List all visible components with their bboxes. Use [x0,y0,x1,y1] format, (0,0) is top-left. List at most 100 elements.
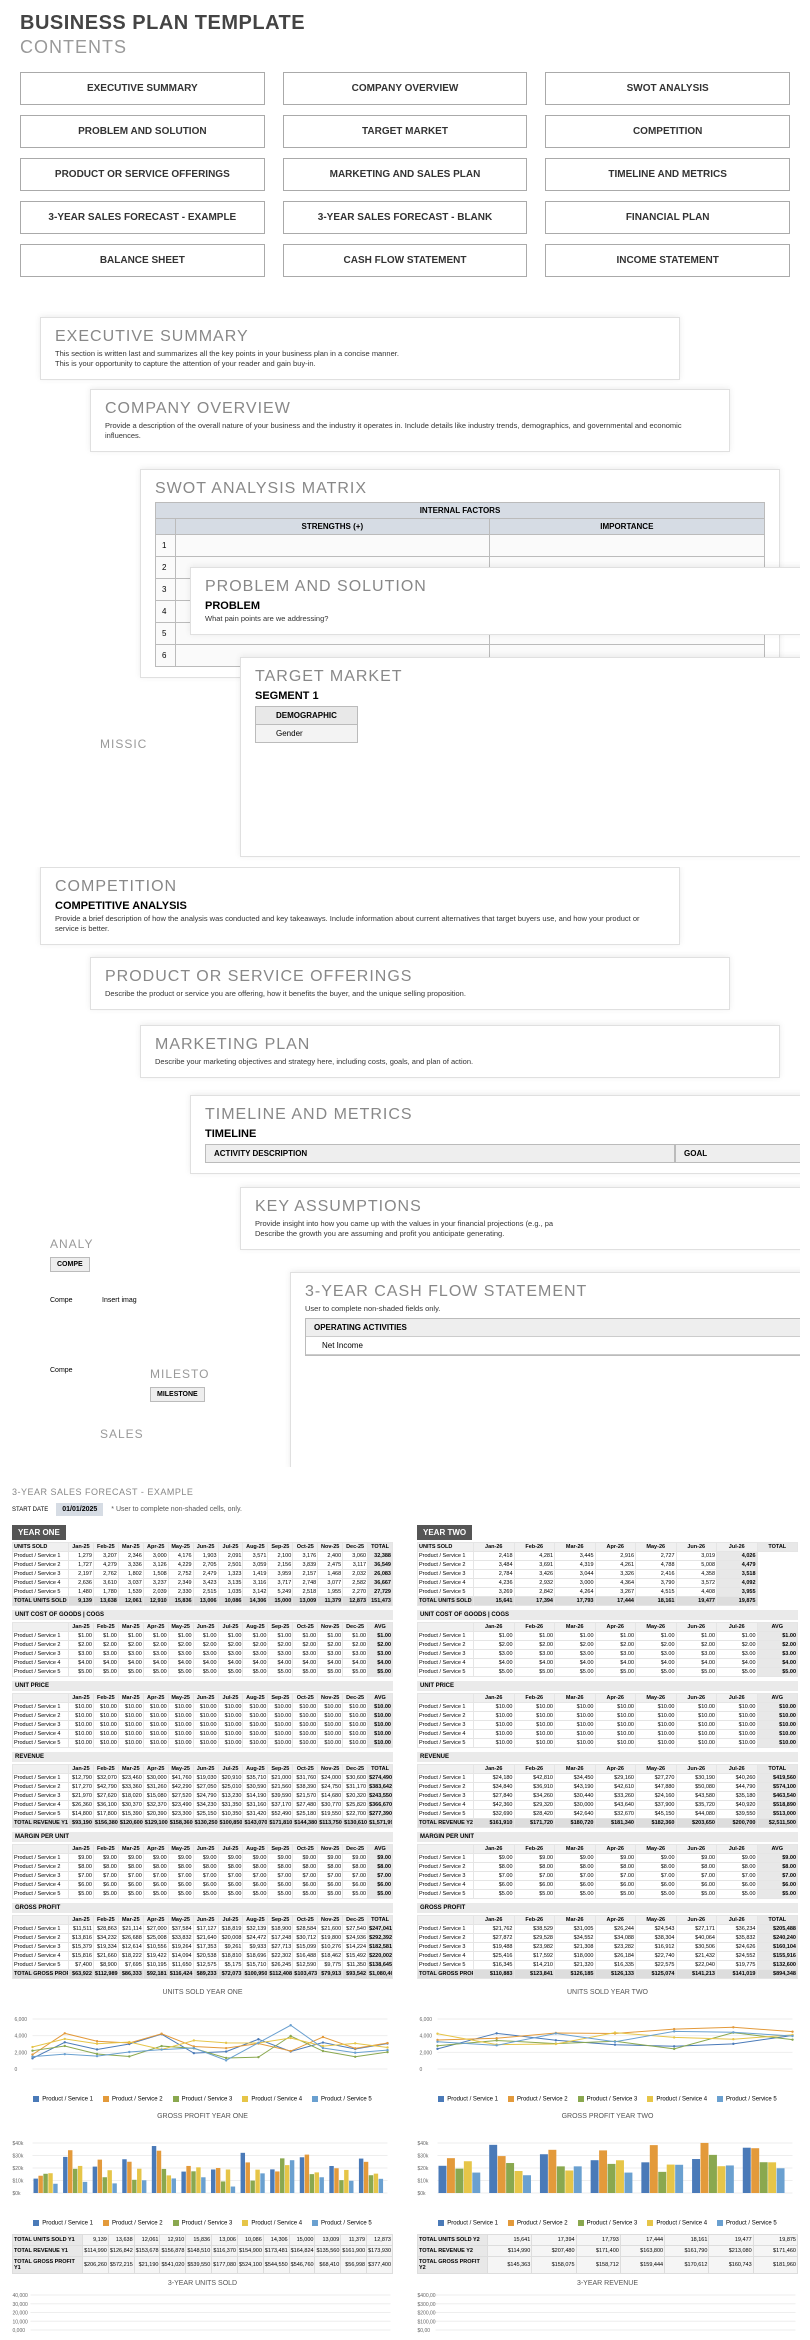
card-text: Describe your marketing objectives and s… [155,1057,765,1067]
toc-item[interactable]: 3-YEAR SALES FORECAST - EXAMPLE [20,201,265,234]
page-title: BUSINESS PLAN TEMPLATE [20,12,790,35]
card-problem: PROBLEM AND SOLUTION PROBLEM What pain p… [190,567,800,635]
toc-item[interactable]: TIMELINE AND METRICS [545,158,790,191]
card-product-offerings: PRODUCT OR SERVICE OFFERINGS Describe th… [90,957,730,1010]
toc-item[interactable]: 3-YEAR SALES FORECAST - BLANK [283,201,528,234]
card-title: KEY ASSUMPTIONS [255,1198,800,1216]
svg-text:0: 0 [15,2067,18,2073]
toc-item[interactable]: EXECUTIVE SUMMARY [20,72,265,105]
toc-item[interactable]: PROBLEM AND SOLUTION [20,115,265,148]
svg-text:10,000: 10,000 [13,2319,29,2325]
forecast-title: 3-YEAR SALES FORECAST - EXAMPLE [12,1487,798,1497]
chart-title: GROSS PROFIT YEAR TWO [417,2113,798,2120]
toc-item[interactable]: SWOT ANALYSIS [545,72,790,105]
card-target-market: TARGET MARKET SEGMENT 1 DEMOGRAPHIC Gend… [240,657,800,857]
forecast-section: 3-YEAR SALES FORECAST - EXAMPLE START DA… [0,1487,810,2340]
target-demo-header: DEMOGRAPHIC [256,707,358,725]
svg-text:0,000: 0,000 [13,2328,26,2334]
price-header: UNIT PRICE [417,1681,798,1691]
const-table: Jan-25Feb-25Mar-25Apr-25May-25Jun-25Jul-… [12,1844,393,1899]
toc-item[interactable]: FINANCIAL PLAN [545,201,790,234]
revenue-header: REVENUE [417,1752,798,1762]
gross-profit-y2-chart: GROSS PROFIT YEAR TWO $40k $30k $20k $10k $0… [417,2113,798,2227]
units-table: UNITS SOLDJan-26Feb-26Mar-26Apr-26May-26… [417,1542,798,1606]
toc-item[interactable]: INCOME STATEMENT [545,244,790,277]
three-year-revenue-chart: 3-YEAR REVENUE $400,00$300,00$200,00$100… [417,2280,798,2340]
svg-text:$0k: $0k [13,2191,22,2197]
card-title: COMPETITION [55,878,665,896]
svg-text:$0,00: $0,00 [418,2328,431,2334]
const-table: Jan-26Feb-26Mar-26Apr-26May-26Jun-26Jul-… [417,1844,798,1899]
compe-peek-2: Compe [50,1297,73,1304]
svg-text:$0k: $0k [418,2191,427,2197]
card-text: Describe the product or service you are … [105,989,715,999]
year-one-block: YEAR ONE UNITS SOLDJan-25Feb-25Mar-25Apr… [12,1522,393,1979]
card-title: TIMELINE AND METRICS [205,1106,800,1124]
card-company-overview: COMPANY OVERVIEW Provide a description o… [90,389,730,452]
target-gender: Gender [256,725,358,743]
card-text: Provide a description of the overall nat… [105,421,715,441]
svg-text:$40k: $40k [13,2141,24,2147]
const-table: Jan-26Feb-26Mar-26Apr-26May-26Jun-26Jul-… [417,1693,798,1748]
swot-importance-header: IMPORTANCE [489,519,764,535]
svg-text:$30k: $30k [418,2153,429,2159]
svg-text:20,000: 20,000 [13,2311,29,2317]
compe-peek-1: COMPE [50,1257,90,1272]
swot-strengths-header: STRENGTHS (+) [176,519,490,535]
preview-stack-1: EXECUTIVE SUMMARY This section is writte… [10,307,800,867]
toc-item[interactable]: COMPETITION [545,115,790,148]
revenue-header: REVENUE [12,1752,393,1762]
card-cashflow: 3-YEAR CASH FLOW STATEMENT User to compl… [290,1272,800,1467]
activity-desc-header: ACTIVITY DESCRIPTION [205,1144,675,1163]
card-competition: COMPETITION COMPETITIVE ANALYSIS Provide… [40,867,680,945]
activity-header: ACTIVITY DESCRIPTION GOAL [205,1144,800,1163]
net-income-label: Net Income [306,1337,800,1355]
chart-title: UNITS SOLD YEAR ONE [12,1989,393,1996]
start-date-label: START DATE [12,1507,48,1513]
svg-text:4,000: 4,000 [420,2034,433,2040]
card-title: SWOT ANALYSIS MATRIX [155,480,765,498]
card-title: PRODUCT OR SERVICE OFFERINGS [105,968,715,986]
card-text: This section is written last and summari… [55,349,665,369]
card-text: What pain points are we addressing? [205,614,800,624]
svg-text:$20k: $20k [418,2166,429,2172]
toc-item[interactable]: BALANCE SHEET [20,244,265,277]
svg-text:6,000: 6,000 [420,2017,433,2023]
svg-text:40,000: 40,000 [13,2293,29,2299]
chart-title: 3-YEAR REVENUE [417,2280,798,2287]
gross-header: GROSS PROFIT [12,1903,393,1913]
svg-text:$40k: $40k [418,2141,429,2147]
svg-text:$10k: $10k [418,2178,429,2184]
swot-header: INTERNAL FACTORS [156,503,765,519]
analysis-peek: ANALY [50,1237,93,1251]
three-year-units-chart: 3-YEAR UNITS SOLD 40,000 30,000 20,000 10,0… [12,2280,393,2340]
toc-item[interactable]: TARGET MARKET [283,115,528,148]
card-text: Provide insight into how you came up wit… [255,1219,800,1239]
const-table: Jan-25Feb-25Mar-25Apr-25May-25Jun-25Jul-… [12,1622,393,1677]
toc-item[interactable]: CASH FLOW STATEMENT [283,244,528,277]
toc-item[interactable]: COMPANY OVERVIEW [283,72,528,105]
card-title: 3-YEAR CASH FLOW STATEMENT [305,1283,800,1301]
svg-text:$30k: $30k [13,2153,24,2159]
svg-text:$400,00: $400,00 [418,2293,436,2299]
units-sold-y1-chart: UNITS SOLD YEAR ONE 6,0004,0002,0000 Pro… [12,1989,393,2103]
card-title: PROBLEM AND SOLUTION [205,578,800,596]
summary-table-y2: TOTAL UNITS SOLD Y215,64117,39417,79317,… [417,2234,798,2274]
year1-label: YEAR ONE [12,1525,66,1540]
contents-grid: EXECUTIVE SUMMARY COMPANY OVERVIEW SWOT … [0,62,810,307]
toc-item[interactable]: PRODUCT OR SERVICE OFFERINGS [20,158,265,191]
goal-header: GOAL [675,1144,800,1163]
gross-profit-y1-chart: GROSS PROFIT YEAR ONE $40k$30k$20k$10k$0… [12,2113,393,2227]
forecast-note: * User to complete non-shaded cells, onl… [111,1506,242,1513]
svg-text:30,000: 30,000 [13,2302,29,2308]
contents-label: CONTENTS [20,37,790,58]
toc-item[interactable]: MARKETING AND SALES PLAN [283,158,528,191]
chart-title: GROSS PROFIT YEAR ONE [12,2113,393,2120]
card-title: MARKETING PLAN [155,1036,765,1054]
calc-table: Jan-25Feb-25Mar-25Apr-25May-25Jun-25Jul-… [12,1764,393,1828]
svg-text:$300,00: $300,00 [418,2302,436,2308]
card-text: Provide a brief description of how the a… [55,914,665,934]
milesto-peek: MILESTO [150,1367,209,1381]
chart-title: 3-YEAR UNITS SOLD [12,2280,393,2287]
cogs-header: UNIT COST OF GOODS | COGS [12,1610,393,1620]
